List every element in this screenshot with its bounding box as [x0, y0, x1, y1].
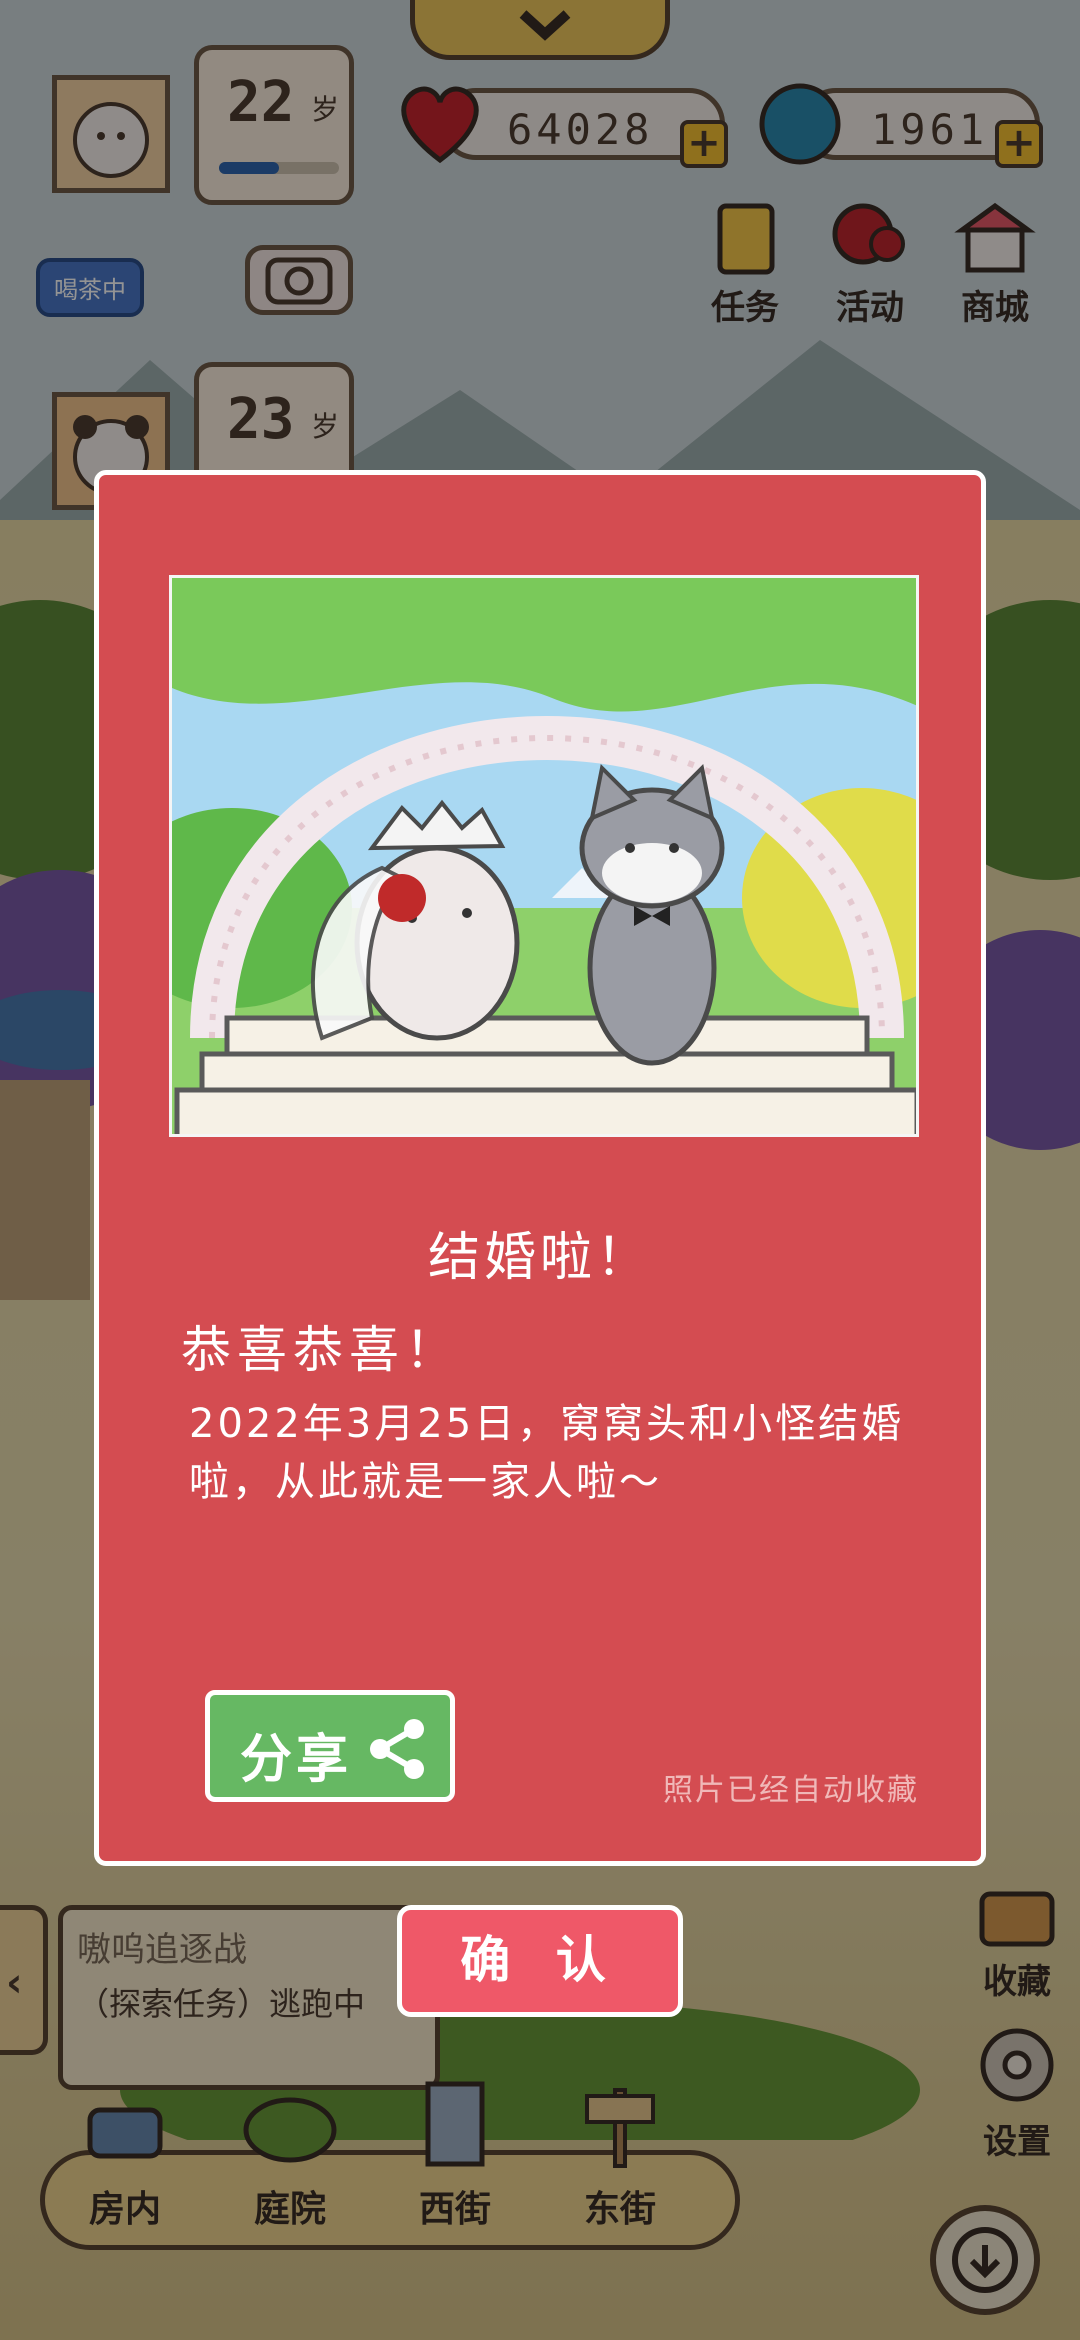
dialog-title: 结婚啦！: [427, 1228, 652, 1288]
wedding-photo: [169, 575, 919, 1137]
wedding-illustration: [172, 578, 916, 1134]
dialog-message: 2022年3月25日，窝窝头和小怪结婚啦，从此就是一家人啦～: [189, 1401, 905, 1505]
dialog-greeting: 恭喜恭喜！: [181, 1321, 461, 1379]
wedding-dialog: 结婚啦！ 恭喜恭喜！ 2022年3月25日，窝窝头和小怪结婚啦，从此就是一家人啦…: [94, 470, 986, 1866]
photo-saved-note: 照片已经自动收藏: [663, 1773, 919, 1808]
cat-groom: [579, 763, 725, 1066]
confirm-button[interactable]: 确 认: [397, 1905, 683, 2017]
